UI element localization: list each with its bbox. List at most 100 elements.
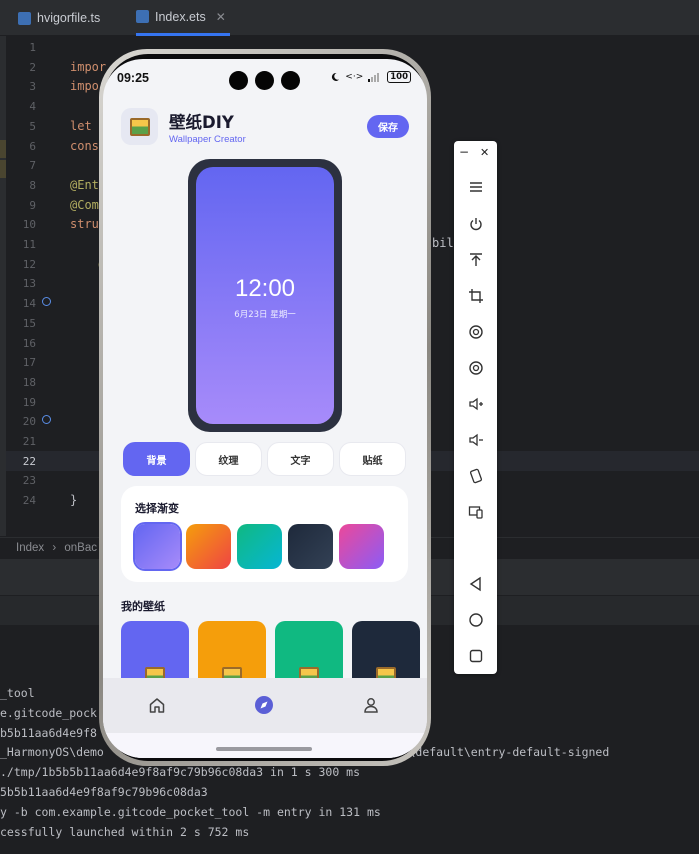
line-number: 14 — [22, 297, 36, 311]
line-number: 12 — [22, 257, 36, 271]
gradient-section-title: 选择渐变 — [135, 502, 179, 515]
gradient-picker-card: 选择渐变 — [121, 486, 408, 582]
close-icon[interactable]: ✕ — [480, 146, 489, 159]
editor-tab-bar: hvigorfile.ts Index.ets ✕ — [0, 0, 699, 36]
breadcrumb-item[interactable]: Index — [16, 542, 44, 554]
home-icon[interactable] — [454, 607, 497, 633]
gradient-swatch[interactable] — [135, 524, 180, 569]
app-title: 壁纸DIY — [169, 113, 234, 132]
tab-index-ets[interactable]: Index.ets ✕ — [136, 0, 230, 36]
battery-indicator: 100 — [387, 71, 411, 83]
screenshot-icon[interactable] — [454, 355, 497, 381]
line-number: 17 — [22, 356, 36, 370]
tab-texture[interactable]: 纹理 — [195, 442, 262, 476]
line-number: 11 — [22, 238, 36, 251]
code-line: impo — [70, 79, 99, 94]
shake-icon[interactable] — [454, 463, 497, 489]
gradient-swatch[interactable] — [237, 524, 282, 569]
line-number: 7 — [29, 159, 36, 173]
app-subtitle: Wallpaper Creator — [169, 134, 246, 145]
gradient-swatch[interactable] — [186, 524, 231, 569]
line-number: 21 — [22, 435, 36, 448]
device-icon[interactable] — [454, 499, 497, 525]
camera-icon — [281, 71, 300, 90]
left-tool-strip — [0, 36, 6, 536]
crop-icon[interactable] — [454, 283, 497, 309]
line-number: 6 — [29, 139, 36, 153]
line-number: 3 — [29, 80, 36, 94]
breadcrumb-separator: › — [52, 542, 57, 554]
tab-hvigorfile[interactable]: hvigorfile.ts — [18, 0, 100, 36]
emulator-toolbar: − ✕ — [454, 141, 497, 674]
line-number: 22 — [22, 454, 36, 468]
person-icon[interactable] — [360, 694, 382, 716]
override-icon[interactable] — [42, 415, 51, 424]
status-icons: <·> 100 — [330, 71, 411, 83]
minimize-icon[interactable]: − — [459, 145, 469, 159]
console-line: 5b5b11aa6d4e9f8af9c79b96c08da3 — [0, 785, 208, 799]
tab-label: hvigorfile.ts — [37, 11, 101, 25]
gradient-swatch[interactable] — [339, 524, 384, 569]
line-number: 19 — [22, 395, 36, 409]
console-line: e.gitcode_pock — [0, 705, 97, 720]
save-button[interactable]: 保存 — [367, 115, 409, 138]
camera-icon — [255, 71, 274, 90]
line-number: 1 — [29, 41, 36, 54]
line-number: 9 — [29, 198, 36, 212]
code-line: cons — [70, 138, 99, 153]
tab-text[interactable]: 文字 — [267, 442, 334, 476]
home-indicator[interactable] — [216, 747, 312, 751]
volume-up-icon[interactable] — [454, 391, 497, 417]
home-icon[interactable] — [146, 694, 168, 716]
line-number: 23 — [22, 474, 36, 488]
code-line: let — [70, 118, 99, 133]
compass-icon[interactable] — [253, 694, 275, 716]
file-icon — [136, 10, 149, 23]
console-line: cessfully launched within 2 s 752 ms — [0, 824, 250, 839]
tab-sticker[interactable]: 贴纸 — [339, 442, 406, 476]
power-icon[interactable] — [454, 211, 497, 237]
fold-marker — [0, 160, 6, 178]
line-number: 10 — [22, 218, 36, 232]
app-logo — [121, 108, 158, 145]
line-number: 24 — [22, 494, 36, 508]
breadcrumb-item[interactable]: onBac — [64, 542, 97, 554]
line-number: 16 — [22, 336, 36, 350]
picture-icon — [129, 117, 150, 136]
phone-screen[interactable]: 09:25 <·> 100 壁纸DIY Wallpaper Creator 保存… — [103, 59, 427, 758]
fold-marker — [0, 140, 6, 158]
line-number: 18 — [22, 375, 36, 389]
close-icon[interactable]: ✕ — [216, 10, 226, 24]
recent-icon[interactable] — [454, 643, 497, 669]
code-line: stru — [70, 217, 99, 232]
tab-label: Index.ets — [155, 9, 206, 24]
my-wallpapers-title: 我的壁纸 — [121, 600, 165, 613]
status-bar: 09:25 <·> 100 — [103, 59, 427, 99]
line-number: 8 — [29, 178, 36, 192]
line-number: 13 — [22, 277, 36, 291]
file-icon — [18, 11, 31, 25]
gradient-swatch[interactable] — [288, 524, 333, 569]
menu-icon[interactable] — [454, 174, 497, 200]
preview-date: 6月23日 星期一 — [234, 310, 296, 320]
moon-icon — [332, 72, 340, 81]
override-icon[interactable] — [42, 297, 51, 306]
preview-time: 12:00 — [234, 275, 296, 302]
console-line: b5b11aa6d4e9f8 — [0, 725, 97, 740]
code-line: @Com — [70, 197, 99, 212]
back-icon[interactable] — [454, 571, 497, 597]
rotate-icon[interactable] — [454, 319, 497, 345]
code-line: impor — [70, 59, 107, 74]
bottom-navigation — [103, 678, 427, 733]
code-line: @Ent — [70, 177, 99, 192]
upload-icon[interactable] — [454, 247, 497, 273]
gesture-area — [103, 733, 427, 758]
line-number: 15 — [22, 316, 36, 330]
signal-icon — [368, 73, 380, 82]
console-line: ./tmp/1b5b5b11aa6d4e9f8af9c79b96c08da3 i… — [0, 765, 361, 780]
console-line: _tool — [0, 686, 35, 700]
line-number: 2 — [29, 60, 36, 74]
code-line: } — [70, 493, 78, 508]
tab-background[interactable]: 背景 — [123, 442, 190, 476]
volume-down-icon[interactable] — [454, 427, 497, 453]
